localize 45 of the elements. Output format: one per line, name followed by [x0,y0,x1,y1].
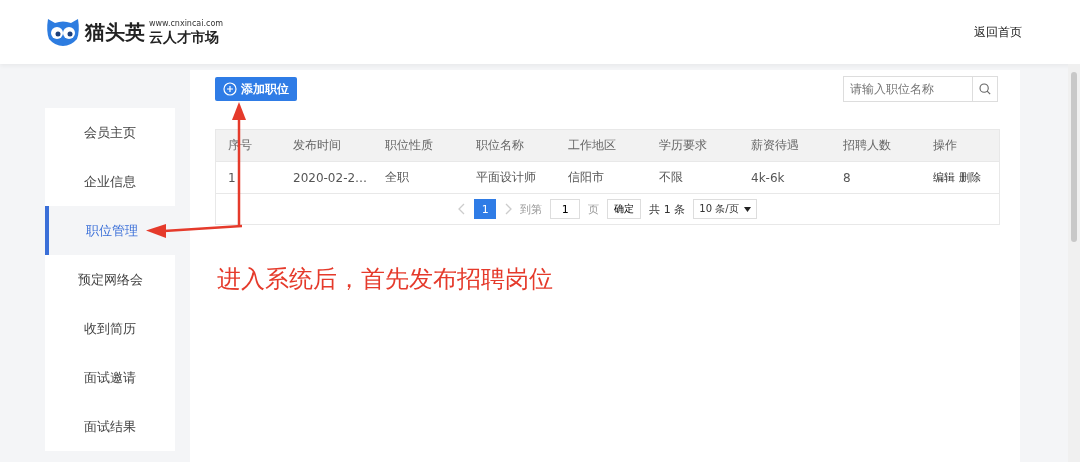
sidebar-item[interactable]: 面试结果 [45,402,175,451]
search-field[interactable]: 请输入职位名称 [843,76,972,102]
page-input[interactable]: 1 [550,199,581,219]
page-label: 页 [588,201,600,217]
table-cell-text: 平面设计师 [475,169,537,186]
logo-name: 猫头英 [85,18,145,46]
annotation-text: 进入系统后，首先发布招聘岗位 [217,264,554,295]
prev-page-icon[interactable] [458,203,467,215]
table-cell-text: 1 [227,169,237,187]
column-header: 薪资待遇 [750,137,800,154]
caret-icon [743,206,751,212]
sidebar-item[interactable]: 收到简历 [45,304,175,353]
table-cell-text: 不限 [658,169,684,186]
logo-tagline: 云人才市场 [149,30,220,44]
sidebar-item[interactable]: 面试邀请 [45,353,175,402]
search-button[interactable] [972,76,998,102]
sidebar-item[interactable]: 企业信息 [45,157,175,206]
goto-label: 到第 [520,201,543,217]
table-cell-text: 4k-6k [750,169,786,187]
sidebar-item[interactable]: 预定网络会 [45,255,175,304]
table-cell-text: 8 [842,169,852,187]
column-header: 职位名称 [475,137,525,154]
table-cell-text: 信阳市 [567,169,605,186]
action-link[interactable]: 删除 [959,170,981,185]
add-position-button[interactable]: 添加职位 [215,77,297,101]
column-header: 工作地区 [567,137,617,154]
column-header: 招聘人数 [842,137,892,154]
search-icon [979,82,991,96]
owl-logo-icon [45,17,81,47]
total-count: 共 1 条 [649,201,686,217]
confirm-button[interactable]: 确定 [607,199,642,219]
column-header: 发布时间 [292,137,342,154]
column-header: 操作 [932,137,958,154]
table-cell-text: 全职 [384,169,410,186]
next-page-icon[interactable] [504,203,513,215]
column-header: 学历要求 [658,137,708,154]
column-header: 职位性质 [384,137,434,154]
page-number[interactable]: 1 [474,199,497,219]
logo-url: www.cnxincai.com [149,20,224,28]
home-link[interactable]: 返回首页 [974,23,1022,41]
sidebar-item[interactable]: 会员主页 [45,108,175,157]
page-size-select[interactable]: 10 条/页 [693,199,757,219]
table-cell-text: 2020-02-2… [292,169,369,187]
action-link[interactable]: 编辑 [933,170,955,185]
plus-circle-icon [223,82,237,96]
